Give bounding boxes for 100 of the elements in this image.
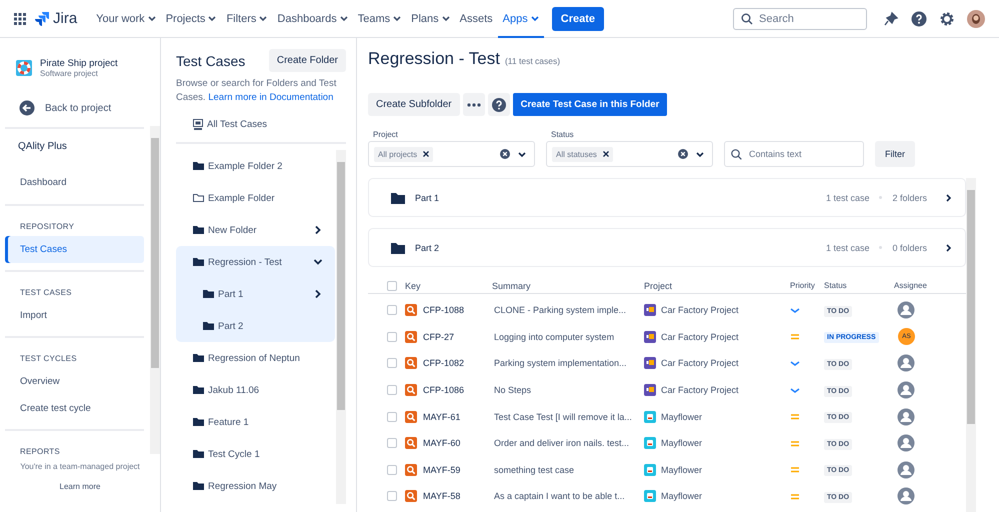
medium-priority-icon	[790, 333, 800, 340]
section-heading: REPOSITORY	[19, 221, 76, 233]
folder-icon	[193, 481, 204, 491]
nav-menu-item[interactable]: Filters	[221, 0, 272, 38]
panel-title: Test Cases	[176, 52, 246, 68]
multi-select-field[interactable]: All projects	[368, 141, 535, 167]
empty-folder-icon	[193, 193, 204, 203]
row-checkbox[interactable]	[387, 332, 397, 342]
ship-icon	[644, 490, 656, 502]
folder-title: Regression - Test	[368, 49, 500, 69]
folder-item[interactable]: New Folder	[176, 214, 335, 246]
scrollbar[interactable]	[966, 178, 976, 512]
column-header[interactable]: Summary	[492, 280, 644, 290]
text-filter-field[interactable]: Contains text	[724, 141, 864, 167]
low-priority-icon	[790, 360, 800, 367]
row-checkbox[interactable]	[387, 385, 397, 396]
section-heading: REPORTS	[19, 446, 61, 454]
row-checkbox[interactable]	[387, 358, 397, 368]
more-button[interactable]	[462, 93, 485, 116]
row-checkbox[interactable]	[387, 491, 397, 502]
folder-item[interactable]: Jakub 11.06	[176, 374, 335, 406]
folder-item[interactable]: Example Folder 2	[176, 150, 335, 182]
nav-menu-item[interactable]: Apps	[498, 0, 544, 38]
search-icon	[731, 149, 742, 160]
issue-key-link[interactable]: CFP-27	[423, 332, 454, 342]
subfolder-card[interactable]: Part 2 1 test case 0 folders	[368, 228, 966, 267]
issue-key-link[interactable]: CFP-1082	[423, 358, 464, 368]
test-case-icon	[405, 304, 417, 316]
create-folder-button[interactable]: Create Folder	[268, 49, 346, 72]
issue-key-link[interactable]: MAYF-60	[423, 438, 460, 448]
nav-menu-item[interactable]: Your work	[91, 0, 161, 38]
folder-item[interactable]: Regression of Neptun	[176, 342, 335, 374]
separator-dot	[879, 246, 882, 249]
sidebar-item[interactable]: Overview	[5, 368, 144, 395]
folder-item[interactable]: Part 2	[176, 310, 335, 342]
folder-item[interactable]: Regression - Test	[176, 246, 335, 278]
lifebuoy-icon	[16, 60, 32, 76]
medium-priority-icon	[790, 466, 800, 474]
folder-icon	[391, 192, 405, 204]
row-checkbox[interactable]	[387, 438, 397, 448]
project-name: Car Factory Project	[661, 385, 739, 396]
nav-menu-item[interactable]: Plans	[406, 0, 455, 38]
folder-item[interactable]: Regression May	[176, 470, 335, 502]
more-icon	[466, 102, 481, 106]
nav-menu-item[interactable]: Teams	[352, 0, 406, 38]
test-case-icon	[405, 357, 417, 370]
car-icon	[644, 304, 656, 316]
chevron-down-icon	[148, 15, 156, 22]
scrollbar[interactable]	[150, 126, 160, 454]
nav-menu-item[interactable]: Dashboards	[272, 0, 353, 38]
issue-key-link[interactable]: CFP-1088	[423, 305, 464, 316]
sidebar-item[interactable]: Create test cycle	[5, 395, 144, 422]
create-button[interactable]: Create	[552, 6, 604, 30]
folder-icon	[193, 353, 204, 363]
nav-menu-item[interactable]: Assets	[454, 0, 498, 38]
row-checkbox[interactable]	[387, 464, 397, 475]
search-field[interactable]: Search	[733, 8, 867, 30]
chevron-down-icon	[259, 15, 268, 22]
folder-item[interactable]: Part 1	[176, 278, 335, 310]
summary-cell-text: Logging into computer system	[493, 332, 616, 342]
issue-key-link[interactable]: MAYF-58	[423, 491, 460, 502]
section-heading: TEST CASES	[19, 287, 73, 299]
filter-tag[interactable]: All statuses	[552, 146, 613, 162]
folder-item[interactable]: Test Cycle 1	[176, 438, 335, 470]
test-case-count: 1 test case	[826, 192, 870, 202]
subfolder-card[interactable]: Part 1 1 test case 2 folders	[368, 178, 966, 217]
separator-dot	[879, 196, 882, 199]
sidebar-item[interactable]: Dashboard	[5, 169, 144, 196]
folder-item[interactable]: Example Folder	[176, 182, 335, 214]
column-header[interactable]: Priority	[782, 281, 824, 290]
multi-select-field[interactable]: All statuses	[546, 141, 713, 167]
folder-icon	[203, 321, 214, 331]
back-to-project-link[interactable]: Back to project	[5, 78, 144, 129]
column-header[interactable]: Project	[644, 280, 782, 290]
unassigned-avatar-icon	[897, 354, 915, 372]
issue-key-link[interactable]: MAYF-59	[423, 464, 460, 475]
folder-item[interactable]: Feature 1	[176, 406, 335, 438]
column-header[interactable]: Key	[405, 280, 492, 290]
sidebar-item[interactable]: Test Cases	[5, 236, 144, 263]
filter-tag[interactable]: All projects	[374, 146, 434, 162]
summary-cell-text: Order and deliver iron nails. test...	[493, 438, 630, 448]
issue-key-link[interactable]: CFP-1086	[423, 385, 464, 396]
select-all-checkbox[interactable]	[387, 280, 397, 290]
create-test-case-button[interactable]: Create Test Case in this Folder	[512, 93, 668, 116]
scrollbar[interactable]	[336, 150, 346, 504]
row-checkbox[interactable]	[387, 412, 397, 422]
documentation-link[interactable]: Learn more in Documentation	[208, 92, 334, 102]
summary-cell-text: something test case	[493, 464, 576, 475]
column-header[interactable]: Assignee	[894, 281, 954, 290]
row-checkbox[interactable]	[387, 305, 397, 316]
unassigned-avatar-icon	[897, 434, 915, 452]
sidebar-item[interactable]: Import	[5, 302, 144, 329]
learn-more-link[interactable]: Learn more	[0, 482, 160, 491]
all-test-cases-item[interactable]: All Test Cases	[176, 104, 346, 144]
help-button[interactable]	[488, 93, 510, 116]
nav-menu-item[interactable]: Projects	[160, 0, 222, 38]
column-header[interactable]: Status	[824, 281, 894, 290]
create-subfolder-button[interactable]: Create Subfolder	[368, 93, 460, 116]
filter-button[interactable]: Filter	[875, 141, 915, 167]
issue-key-link[interactable]: MAYF-61	[423, 412, 460, 422]
